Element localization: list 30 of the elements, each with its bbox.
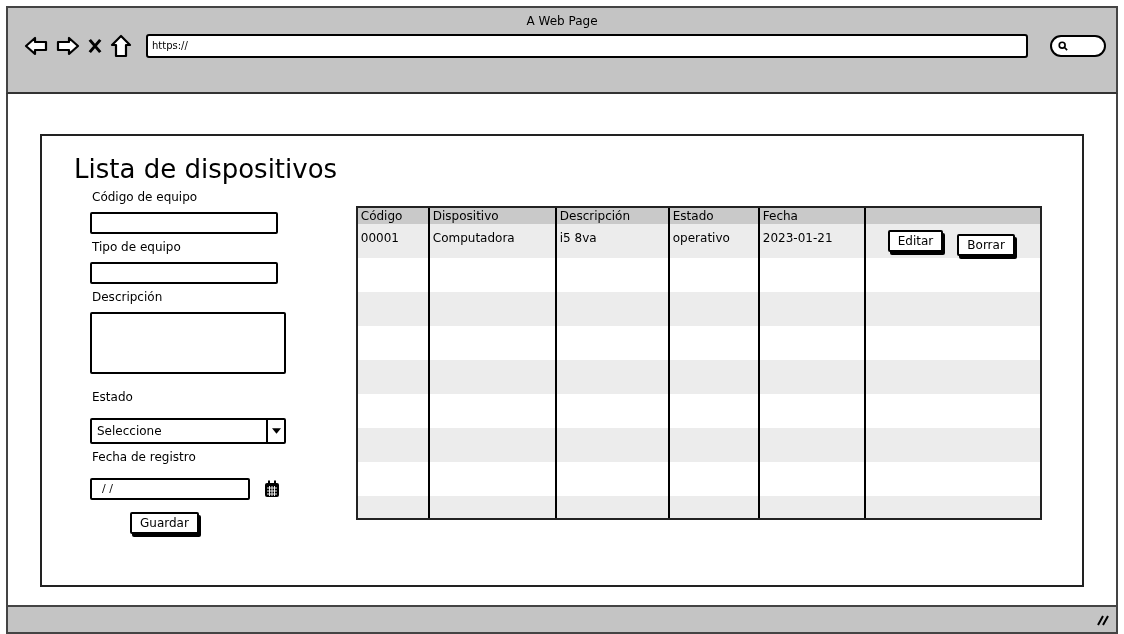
resize-grip-icon [1096, 613, 1110, 626]
page-title: Lista de dispositivos [74, 154, 338, 184]
text-area[interactable] [90, 312, 286, 374]
input-field[interactable] [90, 212, 278, 234]
table-cell-text: i5 8va [558, 230, 598, 247]
field-label: Código de equipo [92, 190, 198, 204]
field-label: Descripción [92, 290, 163, 304]
field-label: Estado [92, 390, 133, 404]
table-cell-text: operativo [671, 230, 731, 247]
caret-icon [271, 428, 281, 434]
table-cell-text: 2023-01-21 [761, 230, 834, 247]
delete-button[interactable]: Borrar [957, 234, 1015, 256]
back-icon[interactable] [24, 36, 48, 56]
calendar-icon[interactable] [264, 480, 280, 498]
close-icon[interactable] [88, 37, 102, 55]
field-label: Fecha de registro [92, 450, 196, 464]
address-field[interactable]: https:// [146, 34, 1028, 58]
save-button[interactable]: Guardar [130, 512, 199, 534]
dropdown[interactable]: Seleccione [90, 418, 286, 444]
field-label: Tipo de equipo [92, 240, 181, 254]
table-cell-text: Computadora [431, 230, 516, 247]
home-icon[interactable] [110, 34, 132, 58]
input-field[interactable] [90, 262, 278, 284]
edit-button[interactable]: Editar [887, 230, 944, 252]
forward-icon[interactable] [56, 36, 80, 56]
table-cell-text: 00001 [359, 230, 400, 247]
date-field[interactable]: / / [90, 478, 250, 500]
search-icon [1058, 41, 1068, 51]
window-title: A Web Page [526, 13, 598, 28]
search-field[interactable] [1050, 35, 1106, 57]
